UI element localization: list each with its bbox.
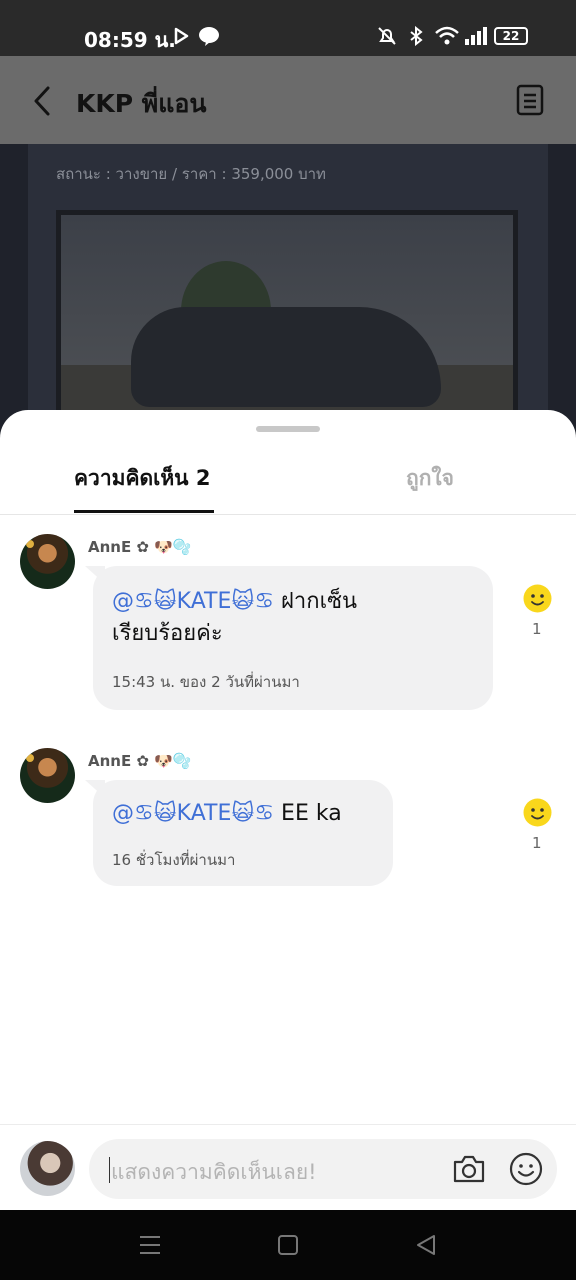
- tab-comments[interactable]: ความคิดเห็น 2: [74, 462, 210, 495]
- smiley-reaction-icon[interactable]: [523, 798, 552, 827]
- avatar[interactable]: [20, 748, 75, 803]
- chat-title: KKP พี่แอน: [76, 89, 207, 118]
- emoji-icon[interactable]: [509, 1152, 543, 1186]
- reaction-count: 1: [532, 834, 542, 852]
- input-placeholder: แสดงความคิดเห็นเลย!: [111, 1160, 317, 1184]
- comment-text: @♋🙀KATE🙀♋ ฝากเซ็น เรียบร้อยค่ะ: [112, 589, 358, 646]
- tab-divider: [0, 514, 576, 515]
- comment-bubble[interactable]: @♋🙀KATE🙀♋ EE ka 16 ชั่วโมงที่ผ่านมา: [85, 780, 393, 886]
- battery-indicator: 22: [494, 27, 528, 45]
- comment-username: AnnE ✿ 🐶🫧: [88, 538, 192, 556]
- home-nav-icon[interactable]: [276, 1234, 300, 1256]
- line-app-icon: [198, 26, 220, 46]
- battery-level: 22: [502, 29, 520, 43]
- car-shape: [131, 307, 441, 407]
- menu-nav-icon[interactable]: [138, 1234, 162, 1256]
- comment-input-bar: แสดงความคิดเห็นเลย!: [0, 1124, 576, 1210]
- tab-likes[interactable]: ถูกใจ: [406, 462, 454, 495]
- back-nav-icon[interactable]: [414, 1234, 438, 1256]
- active-tab-indicator: [74, 510, 214, 513]
- my-avatar: [20, 1141, 75, 1196]
- mention-link[interactable]: @♋🙀KATE🙀♋: [112, 801, 274, 826]
- smiley-reaction-icon[interactable]: [523, 584, 552, 613]
- back-arrow-icon[interactable]: [28, 84, 56, 118]
- mention-link[interactable]: @♋🙀KATE🙀♋: [112, 589, 274, 614]
- mute-bell-icon: [376, 26, 398, 46]
- reaction-count: 1: [532, 620, 542, 638]
- comments-sheet: ความคิดเห็น 2 ถูกใจ AnnE ✿ 🐶🫧 @♋🙀KATE🙀♋ …: [0, 410, 576, 1210]
- note-icon[interactable]: [516, 84, 544, 116]
- bluetooth-icon: [407, 26, 425, 46]
- comment-username: AnnE ✿ 🐶🫧: [88, 752, 192, 770]
- app-bar: KKP พี่แอน: [0, 56, 576, 144]
- comment-time: 16 ชั่วโมงที่ผ่านมา: [112, 851, 236, 869]
- wifi-icon: [434, 26, 460, 46]
- background-post: สถานะ : วางขาย / ราคา : 359,000 บาท: [0, 144, 576, 444]
- text-caret: [109, 1157, 110, 1183]
- status-bar: 08:59 น. 22: [0, 0, 576, 56]
- comment-bubble[interactable]: @♋🙀KATE🙀♋ ฝากเซ็น เรียบร้อยค่ะ 15:43 น. …: [85, 566, 493, 710]
- avatar[interactable]: [20, 534, 75, 589]
- camera-icon[interactable]: [452, 1153, 486, 1185]
- status-time: 08:59 น.: [84, 28, 176, 52]
- comment-text: @♋🙀KATE🙀♋ EE ka: [112, 801, 342, 826]
- comment-time: 15:43 น. ของ 2 วันที่ผ่านมา: [112, 673, 300, 691]
- signal-icon: [464, 26, 488, 46]
- post-status-text: สถานะ : วางขาย / ราคา : 359,000 บาท: [56, 165, 326, 183]
- comment-input[interactable]: แสดงความคิดเห็นเลย!: [89, 1139, 557, 1199]
- play-icon: [172, 26, 190, 46]
- sheet-drag-handle[interactable]: [256, 426, 320, 432]
- system-nav-bar: [0, 1210, 576, 1280]
- car-photo: [56, 210, 518, 444]
